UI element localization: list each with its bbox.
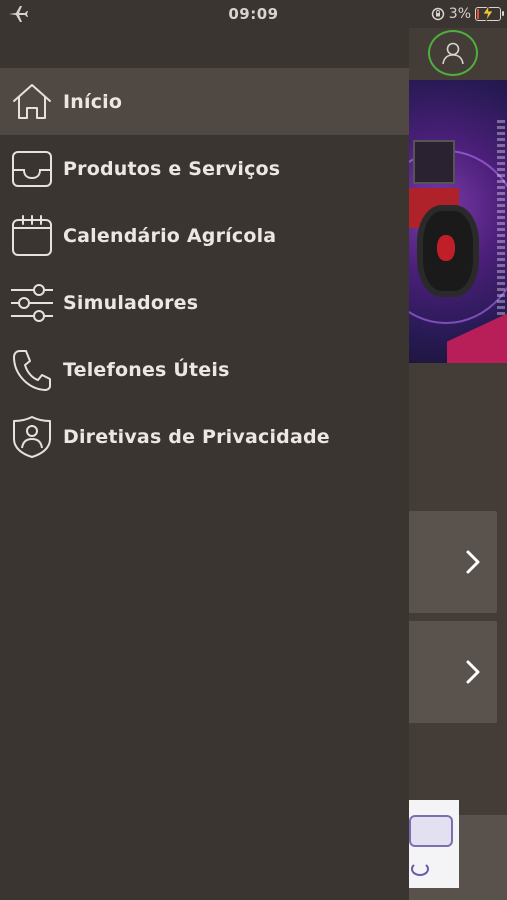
promo-banner[interactable] xyxy=(409,80,507,363)
menu-item-calendario-agricola[interactable]: Calendário Agrícola xyxy=(0,202,409,269)
content-card[interactable] xyxy=(409,621,497,723)
chevron-right-icon xyxy=(465,549,481,575)
user-icon xyxy=(439,39,467,67)
sliders-icon xyxy=(10,281,54,325)
charging-bolt-icon xyxy=(482,5,494,21)
phone-icon xyxy=(10,348,54,392)
chevron-right-icon xyxy=(465,659,481,685)
menu-item-inicio[interactable]: Início xyxy=(0,68,409,135)
status-bar: 09:09 3% xyxy=(0,0,507,28)
side-drawer: Início Produtos e Serviços Calendário Ag… xyxy=(0,28,409,900)
menu-item-produtos-servicos[interactable]: Produtos e Serviços xyxy=(0,135,409,202)
menu-item-label: Telefones Úteis xyxy=(63,358,230,381)
battery-percent: 3% xyxy=(448,6,471,22)
battery-icon xyxy=(475,5,504,21)
menu-item-label: Calendário Agrícola xyxy=(63,224,277,247)
tractor-image xyxy=(413,140,455,184)
menu-item-label: Início xyxy=(63,90,123,113)
calendar-icon xyxy=(10,214,54,258)
banner-fine-print xyxy=(497,120,505,320)
battery-fill xyxy=(477,9,479,19)
menu-item-diretivas-privacidade[interactable]: Diretivas de Privacidade xyxy=(0,403,409,470)
profile-button[interactable] xyxy=(428,30,478,76)
menu-item-label: Simuladores xyxy=(63,291,199,314)
menu-item-simuladores[interactable]: Simuladores xyxy=(0,269,409,336)
rotation-lock-icon xyxy=(431,7,445,21)
home-icon xyxy=(10,80,54,124)
content-card[interactable] xyxy=(409,511,497,613)
menu-item-telefones-uteis[interactable]: Telefones Úteis xyxy=(0,336,409,403)
inbox-tray-icon xyxy=(10,147,54,191)
car-illustration xyxy=(409,800,459,888)
menu-item-label: Diretivas de Privacidade xyxy=(63,425,330,448)
menu-item-label: Produtos e Serviços xyxy=(63,157,281,180)
privacy-shield-icon xyxy=(10,415,54,459)
